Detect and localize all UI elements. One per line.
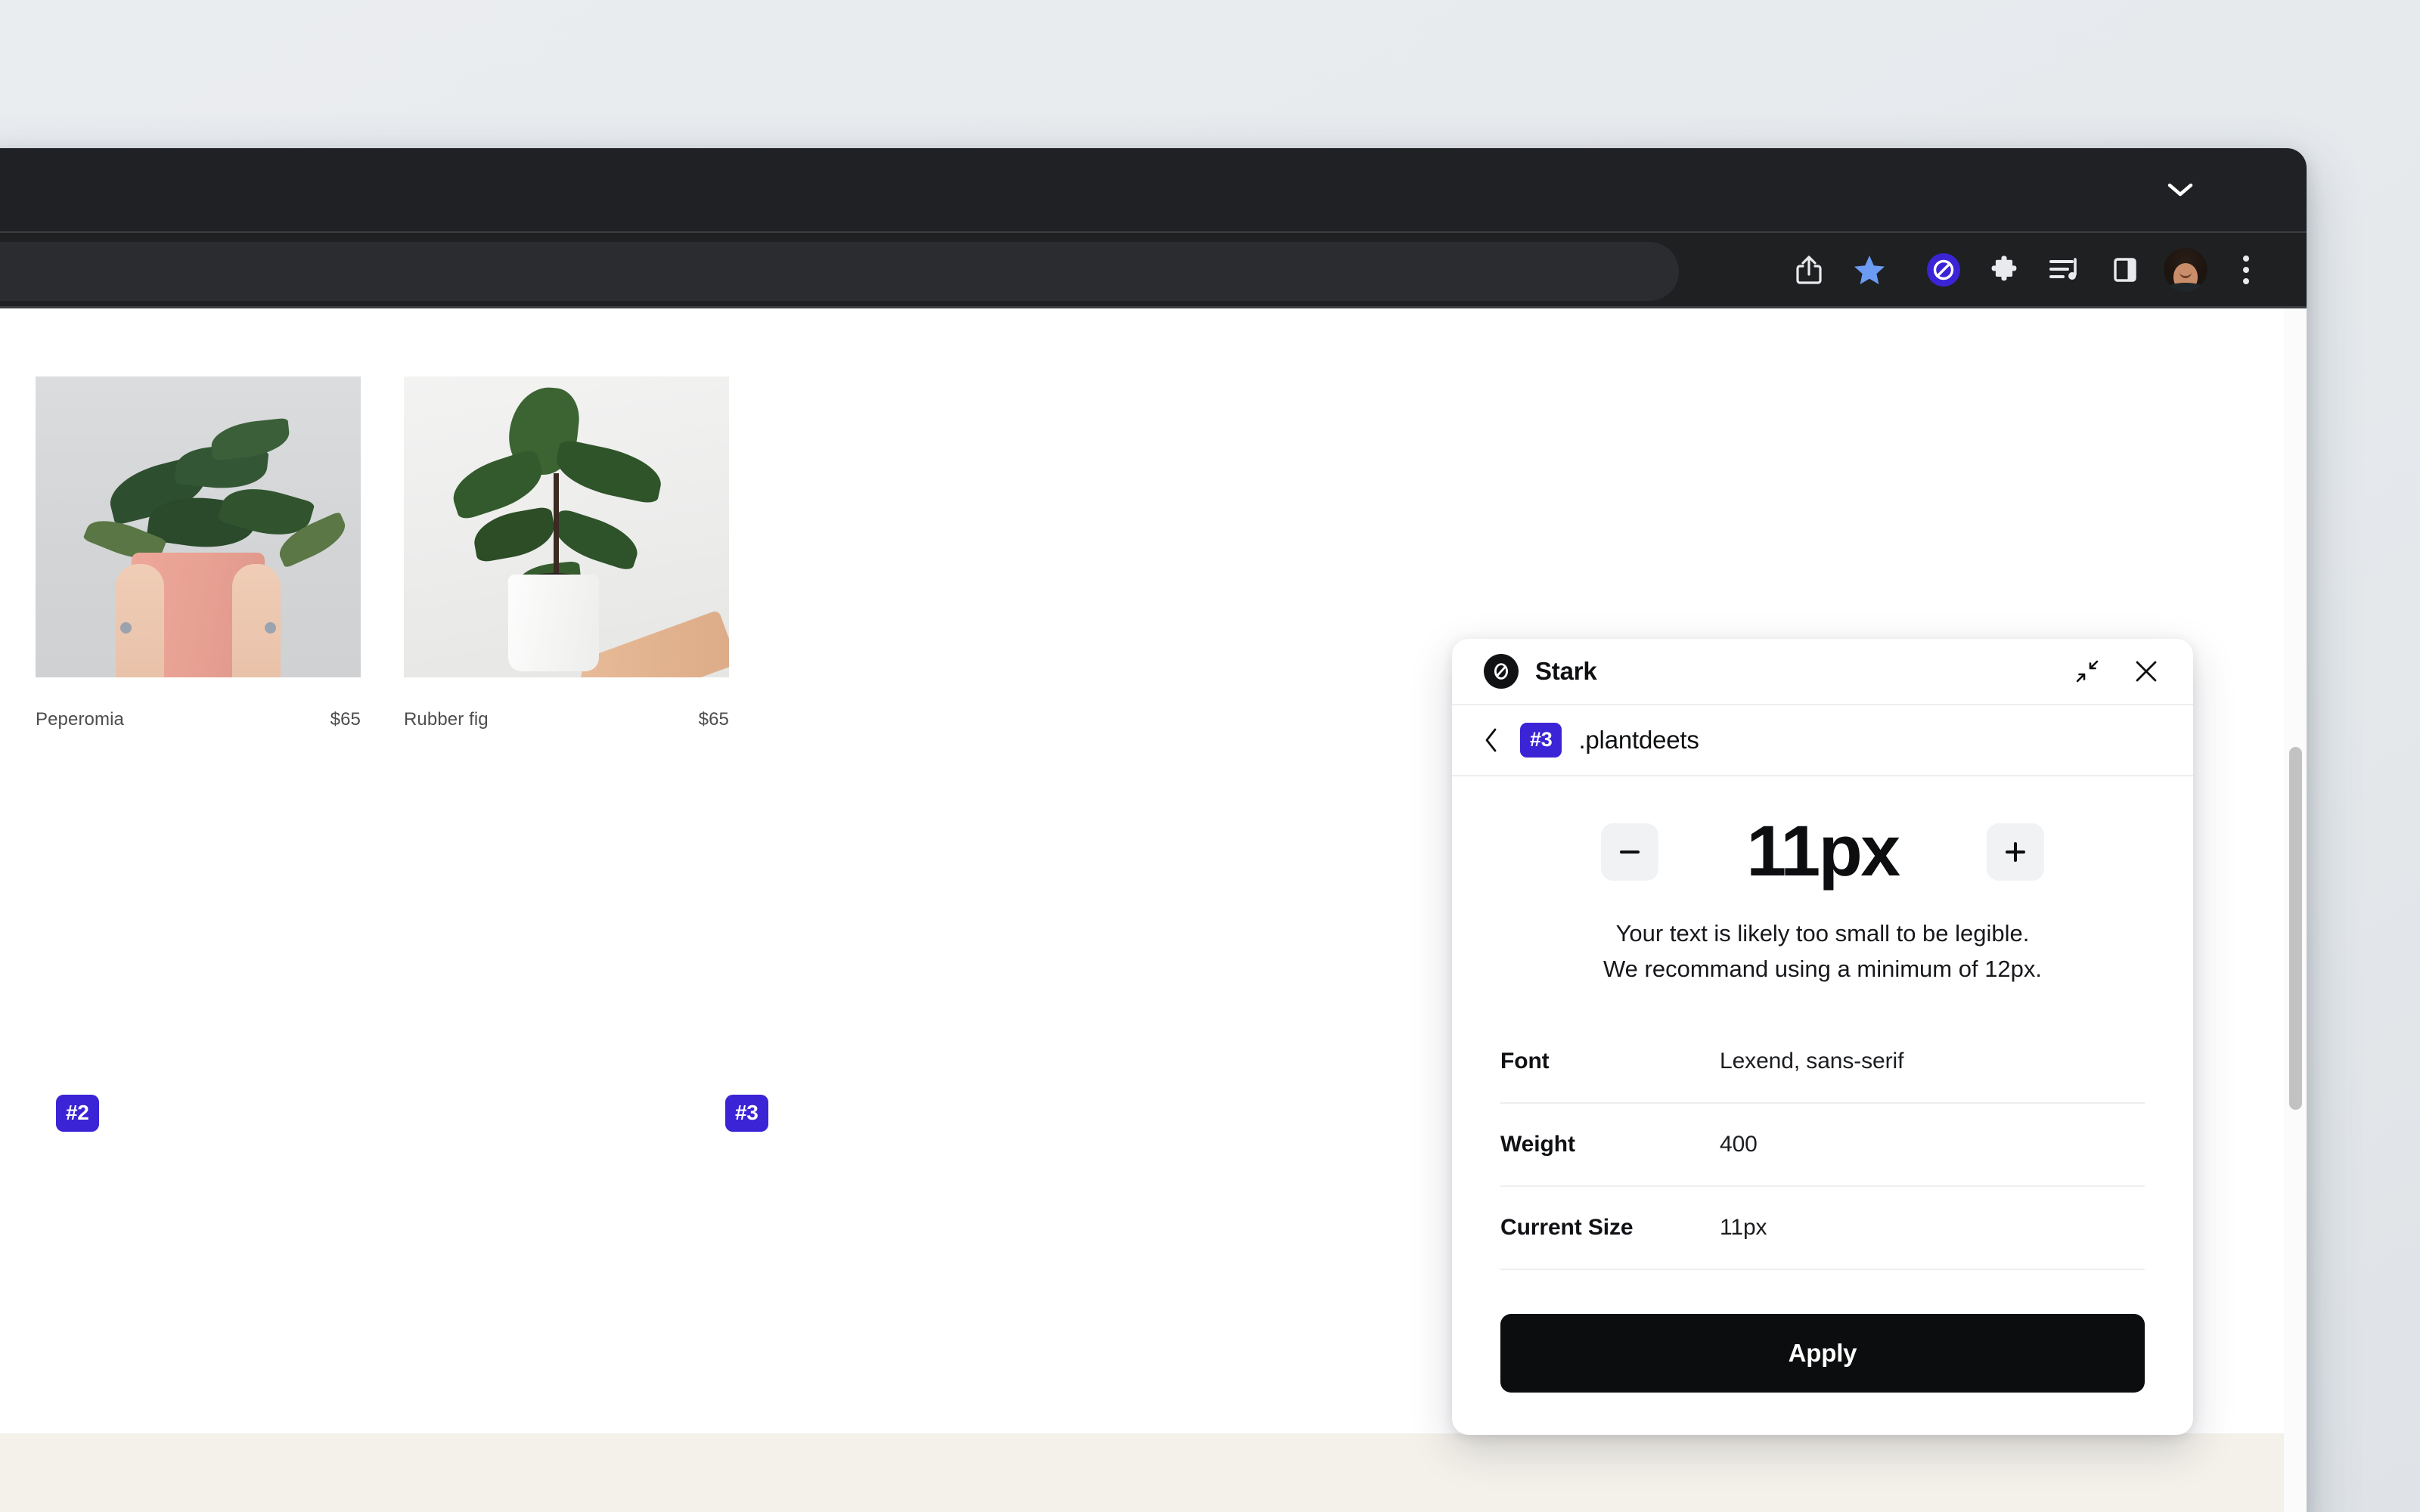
property-row: Font Lexend, sans-serif [1500, 1021, 2145, 1105]
product-name: Peperomia [36, 709, 124, 730]
browser-window: Peperomia $65 Rubber fig $65 #2 #3 Stark… [0, 148, 2307, 1512]
extensions-puzzle-icon[interactable] [1974, 240, 2034, 300]
browser-tab-strip [0, 148, 2307, 231]
property-row: Weight 400 [1500, 1104, 2145, 1188]
property-value: 400 [1720, 1132, 1758, 1157]
page-viewport: Peperomia $65 Rubber fig $65 #2 #3 Stark… [0, 308, 2307, 1512]
breadcrumb: #3 .plantdeets [1452, 705, 2193, 776]
property-label: Weight [1500, 1132, 1575, 1157]
close-icon[interactable] [2130, 655, 2163, 688]
product-meta: Rubber fig $65 [404, 709, 729, 730]
stark-extension-icon[interactable] [1913, 240, 1974, 300]
breadcrumb-selector: .plantdeets [1578, 726, 1699, 754]
product-price: $65 [330, 709, 361, 730]
side-panel-icon[interactable] [2095, 240, 2155, 300]
collapse-diagonal-icon[interactable] [2071, 655, 2104, 688]
omnibox[interactable] [0, 242, 1679, 301]
chevron-down-icon[interactable] [2164, 174, 2196, 206]
stark-header-actions [2071, 655, 2163, 688]
product-image [36, 376, 361, 677]
property-value: 11px [1720, 1215, 1767, 1241]
more-menu-icon[interactable] [2216, 240, 2276, 300]
decrease-size-button[interactable] [1601, 823, 1658, 881]
stark-panel-body: 11px Your text is likely too small to be… [1452, 776, 2193, 1435]
desktop-background: Peperomia $65 Rubber fig $65 #2 #3 Stark… [0, 0, 2420, 1512]
page-footer-band [0, 1433, 2307, 1512]
property-row: Current Size 11px [1500, 1187, 2145, 1271]
apply-button[interactable]: Apply [1500, 1314, 2145, 1393]
product-name: Rubber fig [404, 709, 489, 730]
font-size-value: 11px [1746, 811, 1900, 891]
product-card[interactable]: Rubber fig $65 [404, 376, 729, 730]
toolbar-divider [1900, 269, 1913, 270]
stark-panel-title: Stark [1535, 657, 1597, 685]
bookmark-star-icon[interactable] [1839, 240, 1900, 300]
breadcrumb-rank-badge: #3 [1520, 723, 1562, 758]
browser-toolbar [0, 231, 2307, 308]
size-advice-text: Your text is likely too small to be legi… [1500, 918, 2145, 984]
scrollbar-thumb[interactable] [2289, 747, 2302, 1110]
product-card[interactable]: Peperomia $65 [36, 376, 361, 730]
properties-table: Font Lexend, sans-serif Weight 400 Curre… [1500, 1021, 2145, 1271]
rank-badge[interactable]: #2 [56, 1095, 99, 1132]
rank-badge[interactable]: #3 [725, 1095, 768, 1132]
chevron-left-icon[interactable] [1484, 726, 1503, 754]
property-value: Lexend, sans-serif [1720, 1049, 1904, 1074]
property-label: Current Size [1500, 1215, 1634, 1241]
stark-panel-header: Stark [1452, 639, 2193, 705]
increase-size-button[interactable] [1987, 823, 2044, 881]
page-scrollbar[interactable] [2284, 308, 2307, 1512]
advice-line-2: We recommand using a minimum of 12px. [1602, 956, 2043, 983]
font-size-stepper: 11px [1500, 816, 2145, 888]
product-price: $65 [698, 709, 729, 730]
advice-line-1: Your text is likely too small to be legi… [1615, 920, 2030, 947]
product-meta: Peperomia $65 [36, 709, 361, 730]
product-grid: Peperomia $65 Rubber fig $65 [0, 376, 729, 730]
stark-logo-icon [1484, 654, 1519, 689]
property-label: Font [1500, 1049, 1550, 1074]
product-image [404, 376, 729, 677]
stark-panel: Stark #3 .plantdeets 11px Your text is l… [1452, 639, 2193, 1436]
media-playlist-icon[interactable] [2034, 240, 2095, 300]
toolbar-icon-group [1779, 233, 2276, 306]
avatar[interactable] [2155, 240, 2216, 300]
share-icon[interactable] [1779, 240, 1839, 300]
